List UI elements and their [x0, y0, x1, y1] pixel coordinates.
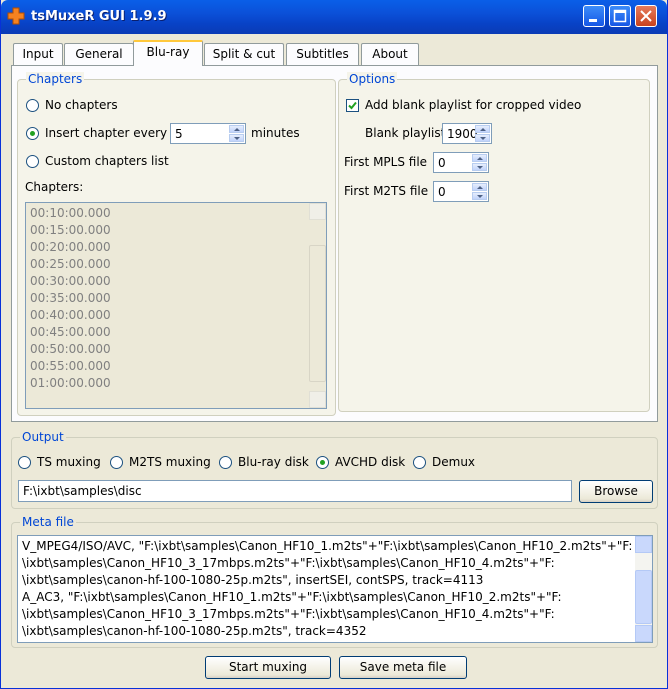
- output-path-field[interactable]: F:\ixbt\samples\disc: [18, 480, 572, 502]
- close-icon: [640, 10, 652, 22]
- first-mpls-spinbox[interactable]: 0: [433, 152, 489, 173]
- spin-up-icon[interactable]: [475, 125, 490, 133]
- no-chapters-label: No chapters: [45, 98, 118, 112]
- blank-playlist-label: Blank playlist: [365, 126, 446, 140]
- browse-button[interactable]: Browse: [579, 480, 653, 503]
- chapters-legend: Chapters: [26, 72, 85, 86]
- tab-split-cut[interactable]: Split & cut: [204, 43, 284, 65]
- custom-chapters-label: Custom chapters list: [45, 154, 169, 168]
- chapter-item: 00:45:00.000: [30, 325, 111, 339]
- meta-file-textarea[interactable]: V_MPEG4/ISO/AVC, "F:\ixbt\samples\Canon_…: [17, 535, 653, 643]
- chapter-item: 00:10:00.000: [30, 206, 111, 220]
- ts-muxing-radio[interactable]: [18, 456, 31, 469]
- spin-down-icon[interactable]: [475, 134, 490, 142]
- chapter-interval-spinbox[interactable]: 5: [170, 123, 246, 144]
- minimize-icon: [589, 19, 597, 22]
- meta-line: \ixbt\samples\Canon_HF10_3_17mbps.m2ts"+…: [22, 556, 555, 570]
- blank-playlist-value: 1900: [447, 127, 478, 141]
- spin-down-icon[interactable]: [472, 163, 487, 171]
- start-muxing-button[interactable]: Start muxing: [205, 656, 331, 679]
- chapter-item: 00:55:00.000: [30, 359, 111, 373]
- meta-line: V_MPEG4/ISO/AVC, "F:\ixbt\samples\Canon_…: [22, 539, 633, 553]
- m2ts-muxing-label: M2TS muxing: [129, 455, 211, 469]
- meta-file-group: Meta file V_MPEG4/ISO/AVC, "F:\ixbt\samp…: [11, 515, 658, 648]
- window-title: tsMuxeR GUI 1.9.9: [31, 9, 167, 24]
- scroll-thumb[interactable]: [309, 245, 326, 382]
- scroll-thumb[interactable]: [635, 570, 652, 624]
- insert-chapter-label: Insert chapter every: [45, 126, 168, 140]
- meta-line: \ixbt\samples\canon-hf-100-1080-25p.m2ts…: [22, 573, 484, 587]
- spin-down-icon[interactable]: [229, 134, 244, 142]
- custom-chapters-radio[interactable]: [26, 155, 39, 168]
- avchd-disk-radio[interactable]: [316, 456, 329, 469]
- scroll-down-icon[interactable]: [309, 391, 326, 408]
- app-icon: [7, 7, 25, 25]
- chapter-item: 00:25:00.000: [30, 257, 111, 271]
- demux-label: Demux: [432, 455, 476, 469]
- chapter-item: 01:00:00.000: [30, 376, 111, 390]
- blu-ray-tab-panel: Chapters No chapters Insert chapter ever…: [11, 65, 658, 422]
- insert-chapter-radio[interactable]: [26, 127, 39, 140]
- no-chapters-radio[interactable]: [26, 99, 39, 112]
- chapter-item: 00:20:00.000: [30, 240, 111, 254]
- close-button[interactable]: [635, 5, 657, 27]
- output-legend: Output: [20, 430, 66, 444]
- scroll-up-icon[interactable]: [309, 203, 326, 220]
- tab-subtitles[interactable]: Subtitles: [286, 43, 359, 65]
- blu-ray-disk-label: Blu-ray disk: [238, 455, 309, 469]
- tab-general[interactable]: General: [64, 43, 134, 65]
- meta-line: \ixbt\samples\Canon_HF10_3_17mbps.m2ts"+…: [22, 607, 555, 621]
- chapter-interval-value: 5: [175, 127, 183, 141]
- spin-up-icon[interactable]: [472, 183, 487, 191]
- scroll-up-icon[interactable]: [635, 536, 652, 553]
- blu-ray-disk-radio[interactable]: [219, 456, 232, 469]
- output-group: Output TS muxing M2TS muxing Blu-ray dis…: [11, 430, 658, 509]
- save-meta-file-button[interactable]: Save meta file: [339, 656, 467, 679]
- first-mpls-label: First MPLS file: [344, 155, 428, 169]
- add-blank-playlist-checkbox[interactable]: [346, 99, 359, 112]
- chapters-list-label: Chapters:: [25, 180, 84, 194]
- options-legend: Options: [347, 72, 398, 86]
- demux-radio[interactable]: [413, 456, 426, 469]
- tab-about[interactable]: About: [361, 43, 419, 65]
- minimize-button[interactable]: [583, 5, 605, 27]
- chapter-item: 00:30:00.000: [30, 274, 111, 288]
- meta-file-legend: Meta file: [20, 515, 76, 529]
- m2ts-muxing-radio[interactable]: [110, 456, 123, 469]
- avchd-disk-label: AVCHD disk: [335, 455, 406, 469]
- meta-line: A_AC3, "F:\ixbt\samples\Canon_HF10_1.m2t…: [22, 590, 562, 604]
- spin-up-icon[interactable]: [229, 125, 244, 133]
- first-mpls-value: 0: [438, 156, 446, 170]
- maximize-icon: [613, 9, 627, 23]
- first-m2ts-value: 0: [438, 185, 446, 199]
- chapter-item: 00:40:00.000: [30, 308, 111, 322]
- first-m2ts-spinbox[interactable]: 0: [433, 181, 489, 202]
- spin-up-icon[interactable]: [472, 154, 487, 162]
- blank-playlist-spinbox[interactable]: 1900: [442, 123, 492, 144]
- chapter-item: 00:15:00.000: [30, 223, 111, 237]
- minutes-label: minutes: [251, 126, 300, 140]
- app-window: tsMuxeR GUI 1.9.9 Input General Blu-ray …: [0, 0, 668, 689]
- tab-input[interactable]: Input: [13, 43, 63, 65]
- ts-muxing-label: TS muxing: [37, 455, 101, 469]
- first-m2ts-label: First M2TS file: [344, 184, 429, 198]
- add-blank-playlist-label: Add blank playlist for cropped video: [365, 98, 582, 112]
- chapters-list[interactable]: 00:10:00.000 00:15:00.000 00:20:00.000 0…: [25, 202, 327, 409]
- tab-blu-ray[interactable]: Blu-ray: [133, 40, 203, 66]
- title-bar[interactable]: tsMuxeR GUI 1.9.9: [1, 0, 667, 34]
- spin-down-icon[interactable]: [472, 192, 487, 200]
- meta-line: \ixbt\samples\canon-hf-100-1080-25p.m2ts…: [22, 624, 367, 638]
- chapters-scrollbar[interactable]: [309, 203, 326, 408]
- scroll-down-icon[interactable]: [635, 625, 652, 642]
- check-icon: [348, 101, 357, 110]
- chapters-group: Chapters No chapters Insert chapter ever…: [17, 72, 336, 416]
- maximize-button[interactable]: [609, 5, 631, 27]
- options-group: Options Add blank playlist for cropped v…: [338, 72, 650, 412]
- chapter-item: 00:35:00.000: [30, 291, 111, 305]
- chapter-item: 00:50:00.000: [30, 342, 111, 356]
- meta-scrollbar[interactable]: [635, 536, 652, 642]
